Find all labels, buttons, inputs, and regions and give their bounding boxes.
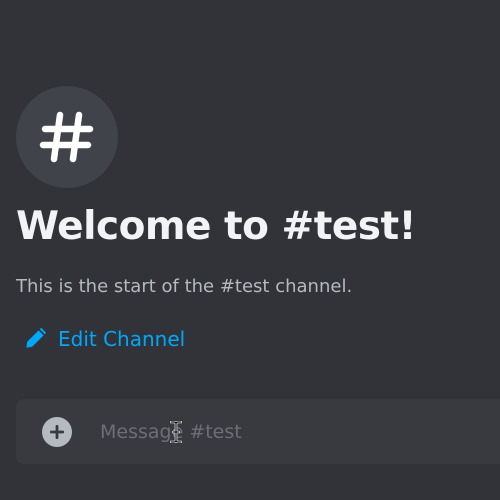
channel-welcome-view: Welcome to #test! This is the start of t… xyxy=(0,0,500,500)
message-input[interactable] xyxy=(100,413,490,451)
edit-channel-button[interactable]: Edit Channel xyxy=(24,322,185,356)
message-composer xyxy=(16,399,500,464)
plus-circle-icon xyxy=(49,424,65,440)
add-attachment-button[interactable] xyxy=(42,417,72,447)
welcome-title: Welcome to #test! xyxy=(16,204,416,249)
pencil-icon xyxy=(24,328,46,350)
channel-avatar xyxy=(16,86,118,188)
edit-channel-label: Edit Channel xyxy=(58,327,186,351)
welcome-subtitle: This is the start of the #test channel. xyxy=(16,276,353,297)
hashtag-icon xyxy=(39,109,95,165)
